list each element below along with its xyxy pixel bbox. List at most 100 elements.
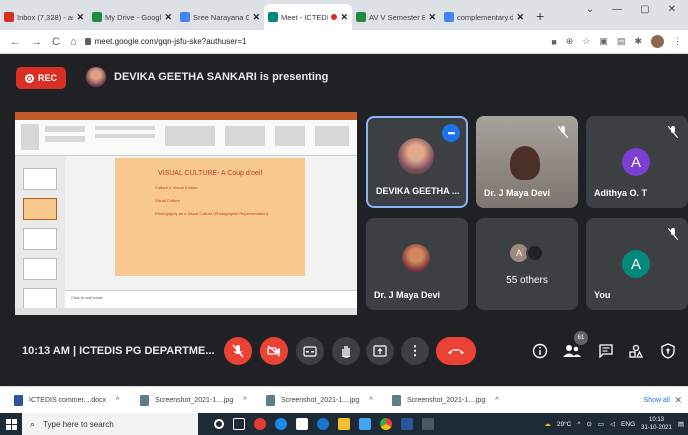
- participant-tile-maya[interactable]: Dr. J Maya Devi: [366, 218, 468, 310]
- home-icon[interactable]: ⌂: [70, 36, 77, 48]
- app-icon[interactable]: [254, 418, 266, 430]
- chrome-icon[interactable]: [380, 418, 392, 430]
- chevron-up-icon[interactable]: ^: [116, 397, 119, 404]
- profile-avatar[interactable]: [651, 35, 664, 48]
- chevron-up-icon[interactable]: ^: [243, 397, 246, 404]
- clock-date: 31-10-2021: [641, 425, 672, 431]
- close-tab-icon[interactable]: ✕: [164, 12, 172, 23]
- puzzle-icon[interactable]: ✱: [634, 36, 642, 47]
- participant-tile-others[interactable]: A 55 others: [476, 218, 578, 310]
- taskbar-search[interactable]: ⌕ Type here to search: [22, 413, 198, 435]
- browser-tab[interactable]: Sree Narayana Gu ✕: [176, 4, 264, 30]
- network-icon[interactable]: ⊙: [586, 420, 591, 428]
- more-options-button[interactable]: ⋮: [401, 337, 429, 365]
- download-item[interactable]: ICTEDIS commer....docx ^: [0, 394, 126, 406]
- store-icon[interactable]: [296, 418, 308, 430]
- back-button[interactable]: ←: [10, 36, 21, 48]
- language-indicator[interactable]: ENG: [621, 421, 635, 428]
- reload-button[interactable]: C: [52, 36, 60, 48]
- tray-chevron-icon[interactable]: ^: [577, 421, 580, 428]
- show-all-button[interactable]: Show all: [644, 397, 670, 404]
- chevron-up-icon[interactable]: ^: [369, 397, 372, 404]
- ppt-title-bar: [15, 112, 357, 120]
- participant-initial-avatar: A: [622, 250, 650, 278]
- download-item[interactable]: Screenshot_2021-1....jpg ^: [378, 394, 504, 406]
- host-controls-button[interactable]: [658, 341, 678, 361]
- browser-tab[interactable]: Meet - ICTEDI ✕: [264, 4, 352, 30]
- more-options-icon[interactable]: •••: [442, 124, 460, 142]
- participant-tile-maya-camera[interactable]: Dr. J Maya Devi: [476, 116, 578, 208]
- new-tab-button[interactable]: +: [528, 8, 552, 30]
- participant-tile-adithya[interactable]: A Adithya O. T: [586, 116, 688, 208]
- edge-icon[interactable]: [275, 418, 287, 430]
- meeting-time-and-name: 10:13 AM | ICTEDIS PG DEPARTME...: [22, 345, 215, 357]
- participant-photo: [402, 244, 430, 272]
- browser-tab[interactable]: AV V Semester BA✕: [352, 4, 440, 30]
- weather-temp[interactable]: 29°C: [557, 421, 572, 428]
- camera-icon[interactable]: ■: [551, 37, 556, 47]
- taskbar-clock[interactable]: 10:13 31-10-2021: [641, 416, 672, 432]
- participant-initial-avatar: A: [622, 148, 650, 176]
- meeting-details-button[interactable]: [530, 341, 550, 361]
- browser-tab[interactable]: My Drive - Google ✕: [88, 4, 176, 30]
- present-button[interactable]: [366, 337, 394, 365]
- file-icon: [14, 394, 23, 406]
- tab-title: Meet - ICTEDI: [281, 12, 329, 22]
- slide-thumbnail[interactable]: [23, 288, 57, 310]
- slide-thumbnail[interactable]: [23, 198, 57, 220]
- menu-dots-icon[interactable]: ⋮: [673, 36, 682, 47]
- leave-call-button[interactable]: [436, 337, 476, 365]
- file-explorer-icon[interactable]: [338, 418, 350, 430]
- close-window-button[interactable]: ✕: [668, 4, 676, 15]
- slide-thumbnail[interactable]: [23, 228, 57, 250]
- bookmark-star-icon[interactable]: ☆: [582, 36, 590, 47]
- start-button[interactable]: [0, 413, 22, 435]
- close-tab-icon[interactable]: ✕: [516, 12, 524, 23]
- participant-tile-devika[interactable]: ••• DEVIKA GEETHA ...: [366, 116, 468, 208]
- task-view-icon[interactable]: [233, 418, 245, 430]
- raise-hand-button[interactable]: [332, 337, 360, 365]
- close-tab-icon[interactable]: ✕: [428, 12, 436, 23]
- chevron-up-icon[interactable]: ^: [495, 397, 498, 404]
- word-icon[interactable]: [401, 418, 413, 430]
- url-field[interactable]: meet.google.com/gqn-jsfu-ske?authuser=1: [84, 37, 246, 46]
- camera-toggle-button[interactable]: [260, 337, 288, 365]
- app-icon[interactable]: [317, 418, 329, 430]
- captions-button[interactable]: [296, 337, 324, 365]
- slide-thumbnail[interactable]: [23, 168, 57, 190]
- close-tab-icon[interactable]: ✕: [340, 12, 348, 23]
- recording-badge[interactable]: REC: [16, 67, 66, 89]
- download-item[interactable]: Screenshot_2021-1....jpg ^: [126, 394, 252, 406]
- close-shelf-icon[interactable]: ✕: [674, 395, 682, 406]
- download-item[interactable]: Screenshot_2021-1....jpg ^: [252, 394, 378, 406]
- maximize-button[interactable]: ▢: [640, 4, 649, 15]
- forward-button[interactable]: →: [31, 36, 42, 48]
- presenting-text: DEVIKA GEETHA SANKARI is presenting: [114, 71, 329, 83]
- mic-toggle-button[interactable]: [224, 337, 252, 365]
- app-icon[interactable]: [359, 418, 371, 430]
- minimize-button[interactable]: —: [612, 4, 622, 15]
- doc-icon: [180, 12, 190, 22]
- close-tab-icon[interactable]: ✕: [252, 12, 260, 23]
- rec-label: REC: [37, 73, 57, 83]
- app-icon[interactable]: [422, 418, 434, 430]
- slide-thumbnail[interactable]: [23, 258, 57, 280]
- shield-icon: [661, 343, 675, 359]
- participant-tile-you[interactable]: A You: [586, 218, 688, 310]
- browser-tab[interactable]: Inbox (7,328) - asv ✕: [0, 4, 88, 30]
- chevron-down-icon[interactable]: ⌄: [586, 4, 594, 15]
- notification-icon[interactable]: ▤: [678, 420, 684, 428]
- reading-list-icon[interactable]: ▤: [617, 36, 626, 47]
- chat-button[interactable]: [596, 341, 616, 361]
- zoom-icon[interactable]: ⊕: [566, 36, 574, 47]
- browser-tab[interactable]: complementary.do ✕: [440, 4, 528, 30]
- camera-off-icon: [267, 345, 281, 357]
- battery-icon[interactable]: ▭: [598, 420, 604, 428]
- close-tab-icon[interactable]: ✕: [76, 12, 84, 23]
- volume-icon[interactable]: ◁: [610, 420, 615, 428]
- tab-title: complementary.do: [457, 12, 514, 22]
- vertical-dots-icon: ⋮: [408, 343, 422, 358]
- cortana-icon[interactable]: [214, 419, 224, 429]
- activities-button[interactable]: [626, 341, 646, 361]
- extension-icon[interactable]: ▣: [599, 36, 608, 47]
